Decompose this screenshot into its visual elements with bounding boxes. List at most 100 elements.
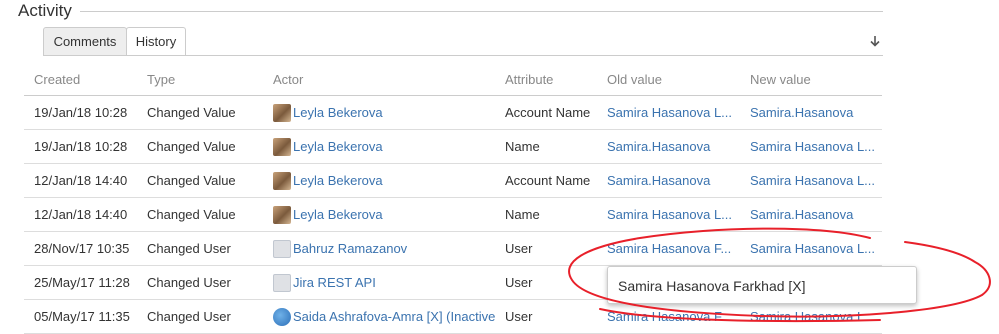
type-cell: Changed User bbox=[137, 265, 263, 300]
type-cell: Changed Value bbox=[137, 197, 263, 232]
actor-link[interactable]: Saida Ashrafova-Amra [X] (Inactive) bbox=[293, 309, 495, 324]
old-value-cell[interactable]: Samira Hasanova L... bbox=[597, 95, 740, 130]
actor-cell: Leyla Bekerova bbox=[263, 163, 495, 198]
type-cell: Changed Value bbox=[137, 129, 263, 164]
old-value-cell[interactable]: Samira Hasanova F... bbox=[597, 231, 740, 266]
table-row: 19/Jan/18 10:28 Changed Value Leyla Bekero… bbox=[24, 129, 882, 164]
created-cell: 19/Jan/18 10:28 bbox=[24, 95, 137, 130]
avatar[interactable] bbox=[273, 205, 291, 224]
column-header-attribute[interactable]: Attribute bbox=[495, 63, 597, 96]
attribute-cell-text: User bbox=[505, 309, 533, 324]
actor-cell: Leyla Bekerova bbox=[263, 197, 495, 232]
created-cell: 28/Nov/17 10:35 bbox=[24, 231, 137, 266]
old-value-cell-text[interactable]: Samira Hasanova F... bbox=[607, 309, 731, 324]
attribute-cell: User bbox=[495, 231, 597, 266]
new-value-cell-text[interactable]: Samira.Hasanova bbox=[750, 105, 853, 120]
old-value-cell-text[interactable]: Samira.Hasanova bbox=[607, 139, 710, 154]
created-cell-text: 05/May/17 11:35 bbox=[34, 309, 130, 324]
attribute-cell: User bbox=[495, 265, 597, 300]
type-cell: Changed Value bbox=[137, 163, 263, 198]
column-header-created[interactable]: Created bbox=[24, 63, 137, 96]
old-value-cell-text[interactable]: Samira Hasanova F... bbox=[607, 241, 731, 256]
actor: Leyla Bekerova bbox=[273, 103, 495, 122]
avatar[interactable] bbox=[273, 171, 291, 190]
table-row: 12/Jan/18 14:40 Changed Value Leyla Bekero… bbox=[24, 163, 882, 198]
created-cell: 12/Jan/18 14:40 bbox=[24, 197, 137, 232]
tab-comments[interactable]: Comments bbox=[43, 27, 127, 55]
column-header-new-value[interactable]: New value bbox=[740, 63, 882, 96]
type-cell-text: Changed User bbox=[147, 241, 231, 256]
type-cell: Changed User bbox=[137, 231, 263, 266]
new-value-cell[interactable]: Samira Hasanova L... bbox=[740, 231, 882, 266]
type-cell-text: Changed User bbox=[147, 275, 231, 290]
actor-link[interactable]: Jira REST API bbox=[293, 275, 376, 290]
actor-link[interactable]: Leyla Bekerova bbox=[293, 207, 383, 222]
new-value-cell[interactable]: Samira.Hasanova bbox=[740, 95, 882, 130]
new-value-cell[interactable]: Samira Hasanova L... bbox=[740, 129, 882, 164]
table-header-row: Created Type Actor Attribute Old value N… bbox=[24, 63, 882, 96]
column-header-actor[interactable]: Actor bbox=[263, 63, 495, 96]
created-cell: 25/May/17 11:28 bbox=[24, 265, 137, 300]
attribute-cell: Account Name bbox=[495, 95, 597, 130]
tab-history[interactable]: History bbox=[126, 27, 186, 56]
table-row: 28/Nov/17 10:35 Changed User Bahruz Ramaza… bbox=[24, 231, 882, 266]
created-cell: 05/May/17 11:35 bbox=[24, 299, 137, 334]
type-cell: Changed Value bbox=[137, 95, 263, 130]
new-value-cell[interactable]: Samira.Hasanova bbox=[740, 197, 882, 232]
avatar[interactable] bbox=[273, 239, 291, 258]
actor-link[interactable]: Bahruz Ramazanov bbox=[293, 241, 407, 256]
old-value-cell-text[interactable]: Samira Hasanova L... bbox=[607, 207, 732, 222]
arrow-down-icon[interactable] bbox=[868, 34, 882, 48]
actor-link[interactable]: Leyla Bekerova bbox=[293, 105, 383, 120]
new-value-cell-text[interactable]: Samira Hasanova L... bbox=[750, 139, 875, 154]
actor-link[interactable]: Leyla Bekerova bbox=[293, 139, 383, 154]
new-value-cell[interactable]: Samira Hasanova L... bbox=[740, 163, 882, 198]
type-cell-text: Changed Value bbox=[147, 139, 236, 154]
actor: Leyla Bekerova bbox=[273, 137, 495, 156]
table-row: 19/Jan/18 10:28 Changed Value Leyla Bekero… bbox=[24, 95, 882, 130]
attribute-cell: User bbox=[495, 299, 597, 334]
actor-cell: Leyla Bekerova bbox=[263, 95, 495, 130]
attribute-cell: Name bbox=[495, 197, 597, 232]
type-cell-text: Changed User bbox=[147, 309, 231, 324]
new-value-cell-text[interactable]: Samira Hasanova L... bbox=[750, 173, 875, 188]
avatar[interactable] bbox=[273, 273, 291, 292]
created-cell: 12/Jan/18 14:40 bbox=[24, 163, 137, 198]
old-value-cell[interactable]: Samira.Hasanova bbox=[597, 163, 740, 198]
new-value-cell-text[interactable]: Samira.Hasanova bbox=[750, 207, 853, 222]
column-header-type[interactable]: Type bbox=[137, 63, 263, 96]
type-cell-text: Changed Value bbox=[147, 207, 236, 222]
actor-cell: Bahruz Ramazanov bbox=[263, 231, 495, 266]
created-cell-text: 19/Jan/18 10:28 bbox=[34, 139, 128, 154]
old-value-cell-text[interactable]: Samira Hasanova L... bbox=[607, 105, 732, 120]
attribute-cell-text: Account Name bbox=[505, 105, 591, 120]
column-header-old-value[interactable]: Old value bbox=[597, 63, 740, 96]
created-cell-text: 28/Nov/17 10:35 bbox=[34, 241, 130, 256]
attribute-cell-text: Name bbox=[505, 207, 540, 222]
actor: Jira REST API bbox=[273, 273, 495, 292]
attribute-cell: Account Name bbox=[495, 163, 597, 198]
actor-link[interactable]: Leyla Bekerova bbox=[293, 173, 383, 188]
actor-cell: Jira REST API bbox=[263, 265, 495, 300]
type-cell-text: Changed Value bbox=[147, 173, 236, 188]
created-cell-text: 12/Jan/18 14:40 bbox=[34, 173, 128, 188]
value-tooltip: Samira Hasanova Farkhad [X] bbox=[607, 266, 917, 304]
title-divider bbox=[80, 11, 883, 12]
type-cell-text: Changed Value bbox=[147, 105, 236, 120]
new-value-cell-text[interactable]: Samira Hasanova L... bbox=[750, 309, 875, 324]
old-value-cell-text[interactable]: Samira.Hasanova bbox=[607, 173, 710, 188]
old-value-cell[interactable]: Samira Hasanova L... bbox=[597, 197, 740, 232]
actor: Leyla Bekerova bbox=[273, 205, 495, 224]
new-value-cell-text[interactable]: Samira Hasanova L... bbox=[750, 241, 875, 256]
attribute-cell-text: User bbox=[505, 241, 533, 256]
avatar[interactable] bbox=[273, 103, 291, 122]
created-cell-text: 25/May/17 11:28 bbox=[34, 275, 130, 290]
attribute-cell-text: Account Name bbox=[505, 173, 591, 188]
created-cell: 19/Jan/18 10:28 bbox=[24, 129, 137, 164]
old-value-cell[interactable]: Samira.Hasanova bbox=[597, 129, 740, 164]
actor-cell: Leyla Bekerova bbox=[263, 129, 495, 164]
type-cell: Changed User bbox=[137, 299, 263, 334]
avatar[interactable] bbox=[273, 137, 291, 156]
table-row: 12/Jan/18 14:40 Changed Value Leyla Bekero… bbox=[24, 197, 882, 232]
attribute-cell-text: Name bbox=[505, 139, 540, 154]
